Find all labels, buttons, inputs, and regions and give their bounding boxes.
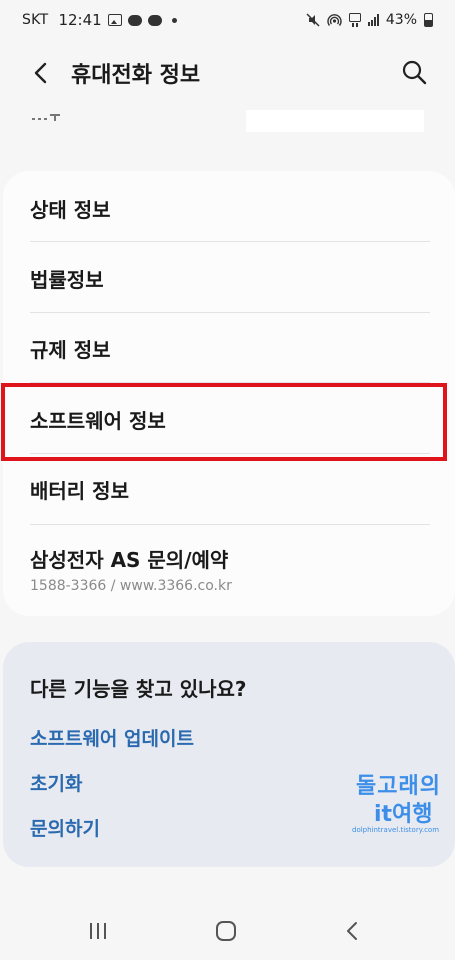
list-item-legal-info[interactable]: 법률정보 xyxy=(30,258,430,298)
chat-icon xyxy=(127,14,142,26)
help-card-title: 다른 기능을 찾고 있나요? xyxy=(30,677,247,701)
signal-icon xyxy=(367,14,379,26)
back-arrow-icon[interactable] xyxy=(26,58,56,88)
lte-icon xyxy=(348,13,361,27)
navigation-bar xyxy=(0,905,455,955)
carrier-label: SKT xyxy=(22,12,49,28)
divider xyxy=(30,524,430,525)
dot-icon xyxy=(171,17,177,23)
gallery-icon xyxy=(107,14,122,26)
clock: 12:41 xyxy=(58,11,102,29)
clipped-row-value xyxy=(246,110,424,132)
list-item-regulatory-info[interactable]: 규제 정보 xyxy=(30,328,430,368)
list-item-samsung-as-sub: 1588-3366 / www.3366.co.kr xyxy=(30,578,232,594)
list-item-battery-info[interactable]: 배터리 정보 xyxy=(30,469,430,509)
watermark-line3: dolphintravel.tistory.com xyxy=(352,826,440,834)
mute-icon xyxy=(306,13,320,27)
divider xyxy=(30,312,430,313)
highlight-box xyxy=(1,383,447,461)
app-bar: 휴대전화 정보 xyxy=(0,48,455,98)
list-item-status-info[interactable]: 상태 정보 xyxy=(30,188,430,228)
divider xyxy=(30,241,430,242)
battery-icon xyxy=(424,13,433,27)
recent-apps-icon[interactable] xyxy=(84,919,114,943)
status-right: 43% xyxy=(306,12,433,28)
back-icon[interactable] xyxy=(338,919,368,943)
battery-percent: 43% xyxy=(385,12,417,28)
help-link-software-update[interactable]: 소프트웨어 업데이트 xyxy=(30,724,194,751)
help-link-reset[interactable]: 초기화 xyxy=(30,769,82,796)
status-bar: SKT 12:41 43% xyxy=(0,0,455,40)
page-title: 휴대전화 정보 xyxy=(71,63,201,88)
watermark-line2: it여행 xyxy=(374,802,433,827)
search-icon[interactable] xyxy=(399,57,429,87)
status-left: SKT 12:41 xyxy=(22,11,177,29)
home-icon[interactable] xyxy=(211,919,241,943)
clipped-row-text xyxy=(32,114,60,121)
watermark: 돌고래의 it여행 dolphintravel.tistory.com xyxy=(352,768,452,838)
talk-icon xyxy=(147,14,162,26)
help-link-contact[interactable]: 문의하기 xyxy=(30,814,100,841)
list-item-samsung-as[interactable]: 삼성전자 AS 문의/예약 xyxy=(30,540,430,576)
hotspot-icon xyxy=(327,14,342,26)
